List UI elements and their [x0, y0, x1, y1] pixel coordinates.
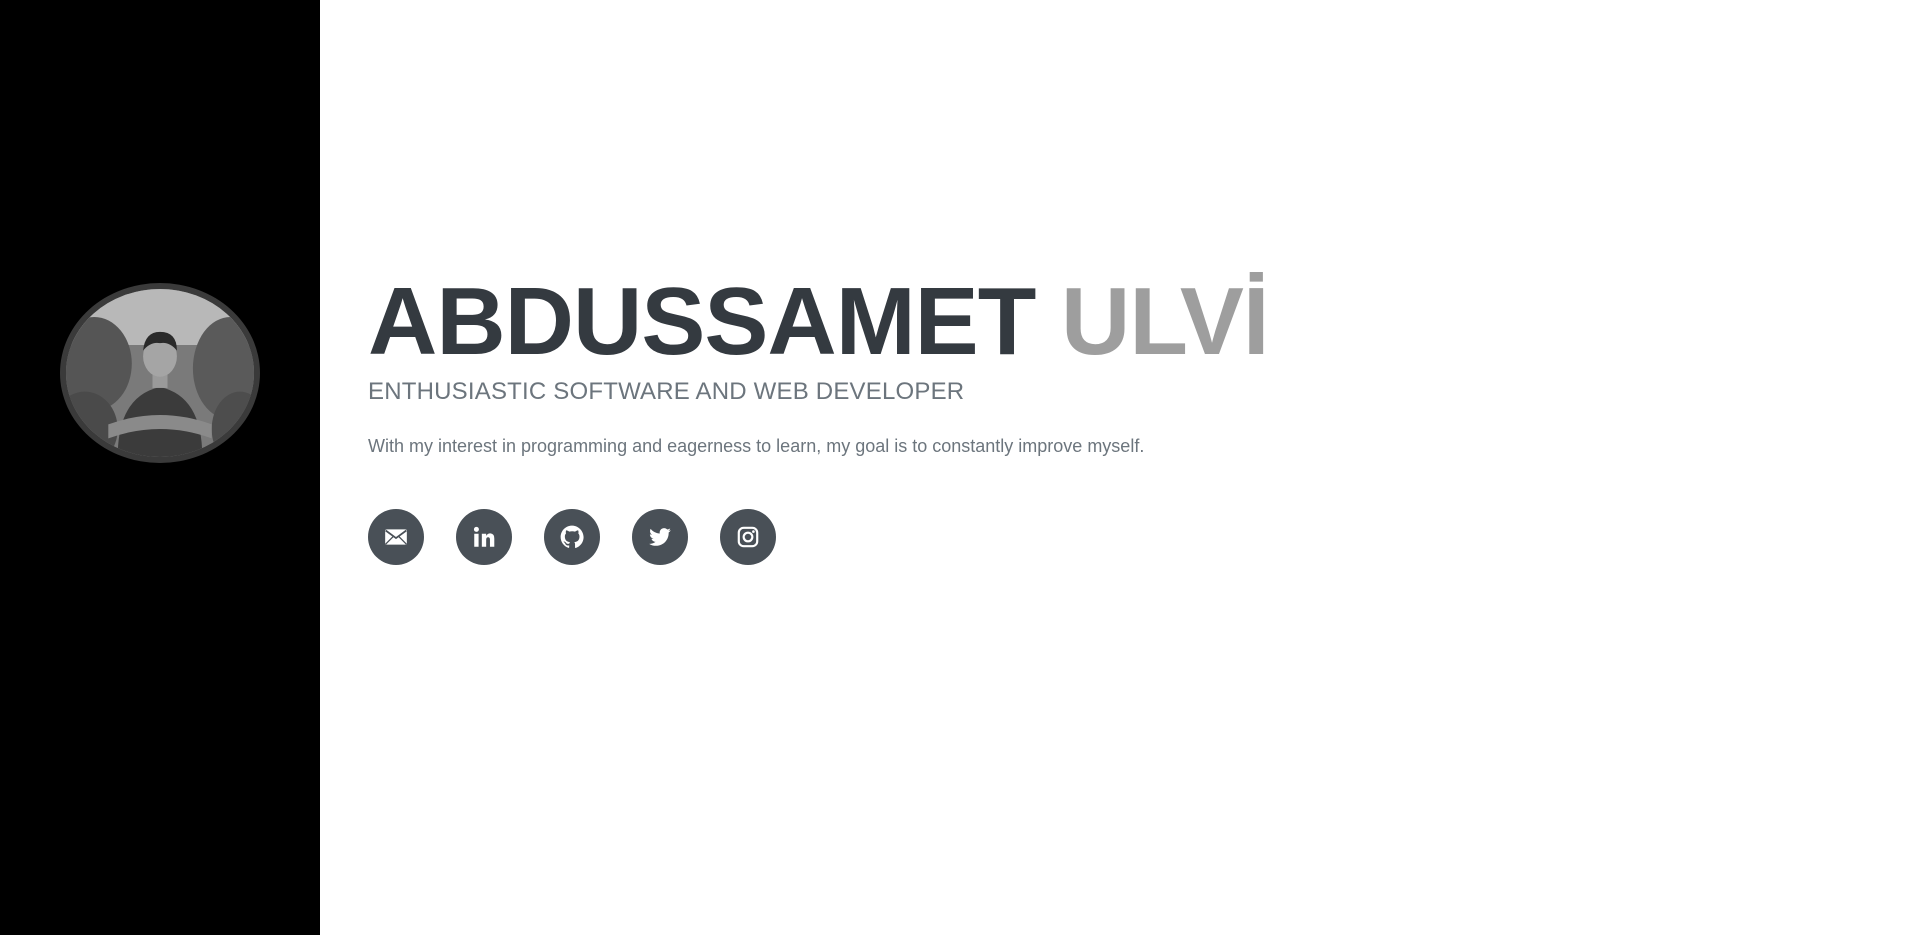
page-title: ABDUSSAMET ULVİ [368, 262, 1768, 370]
twitter-button[interactable] [632, 509, 688, 565]
social-links [368, 509, 1768, 565]
hero-section: ABDUSSAMET ULVİ ENTHUSIASTIC SOFTWARE AN… [368, 262, 1768, 565]
last-name: ULVİ [1061, 268, 1270, 375]
linkedin-button[interactable] [456, 509, 512, 565]
profile-photo [66, 289, 254, 457]
subtitle: ENTHUSIASTIC SOFTWARE AND WEB DEVELOPER [368, 378, 965, 405]
first-name: ABDUSSAMET [368, 268, 1036, 375]
instagram-button[interactable] [720, 509, 776, 565]
envelope-icon [385, 529, 407, 545]
github-icon [560, 525, 584, 548]
twitter-icon [649, 528, 671, 546]
linkedin-icon [473, 526, 495, 547]
sidebar [0, 0, 320, 935]
tagline: With my interest in programming and eage… [368, 436, 1145, 456]
instagram-icon [737, 526, 759, 548]
github-button[interactable] [544, 509, 600, 565]
email-button[interactable] [368, 509, 424, 565]
avatar[interactable] [60, 283, 260, 463]
